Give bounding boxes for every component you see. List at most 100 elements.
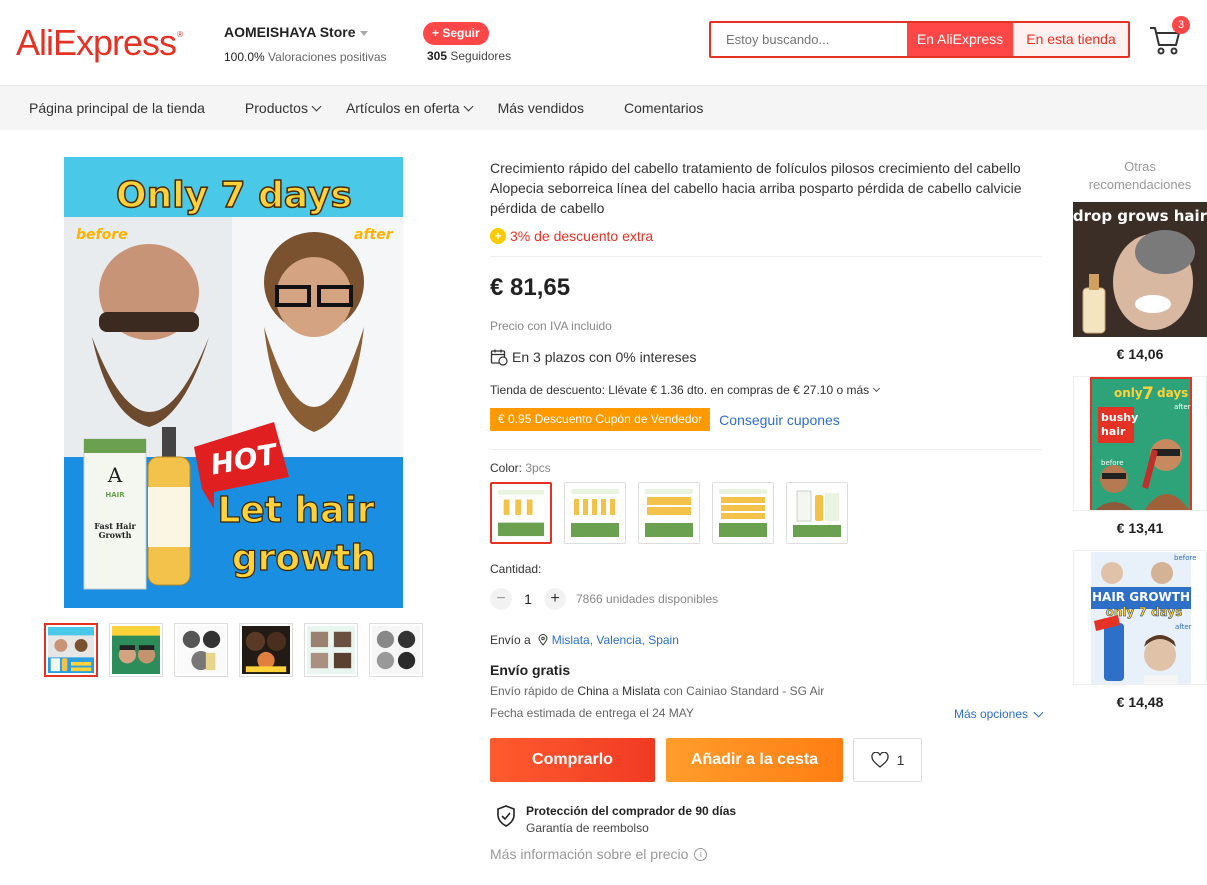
- follow-button[interactable]: + Seguir: [423, 22, 489, 45]
- quantity-label: Cantidad:: [490, 562, 542, 576]
- recommendations: Otras recomendaciones drop grows hair € …: [1073, 158, 1207, 710]
- nav-bestsellers[interactable]: Más vendidos: [498, 100, 584, 116]
- extra-discount: +3% de descuento extra: [490, 228, 1042, 244]
- available-stock: 7866 unidades disponibles: [576, 592, 719, 606]
- nav-deals[interactable]: Artículos en oferta: [346, 100, 474, 116]
- buyer-protection: Protección del comprador de 90 días Gara…: [490, 804, 1042, 835]
- thumbnail-strip: [44, 623, 434, 677]
- thumbnail[interactable]: [304, 623, 358, 677]
- store-name[interactable]: AOMEISHAYA Store: [224, 24, 369, 42]
- increase-button[interactable]: +: [544, 588, 566, 610]
- location-pin-icon: [538, 634, 548, 646]
- svg-text:A: A: [107, 463, 123, 487]
- box-brand: HAIR: [105, 491, 125, 499]
- recommendation-image[interactable]: drop grows hair: [1073, 202, 1207, 337]
- chevron-down-icon: [463, 101, 474, 112]
- variant-option[interactable]: [490, 482, 552, 544]
- banner-top-text: Only 7 days: [116, 175, 352, 216]
- recommendation-price: € 14,48: [1116, 694, 1164, 710]
- calendar-icon: [490, 349, 508, 366]
- box-title-2: Growth: [99, 530, 132, 540]
- rec-caption: drop grows hair: [1073, 207, 1207, 225]
- rec-caption: 7: [1142, 384, 1154, 404]
- rec-caption: days: [1157, 386, 1188, 400]
- thumbnail[interactable]: [44, 623, 98, 677]
- thumbnail[interactable]: [109, 623, 163, 677]
- wishlist-button[interactable]: 1: [853, 738, 922, 782]
- rec-caption: bushy: [1101, 411, 1138, 424]
- ship-to-location[interactable]: Mislata, Valencia, Spain: [552, 633, 679, 647]
- recommendation-image[interactable]: before HAIR GROWTH only 7 days after: [1073, 550, 1207, 685]
- search-store-button[interactable]: En esta tienda: [1013, 23, 1128, 56]
- heart-icon: [870, 752, 889, 768]
- rec-caption: after: [1175, 623, 1192, 631]
- recommendation-image[interactable]: only 7 days bushy hair after before: [1073, 376, 1207, 511]
- price-info-link[interactable]: Más información sobre el precio i: [490, 846, 1042, 862]
- divider: [490, 256, 1042, 257]
- search-aliexpress-button[interactable]: En AliExpress: [907, 23, 1013, 56]
- chevron-down-icon: [311, 101, 322, 112]
- color-variants: [490, 482, 1042, 544]
- coin-icon: +: [490, 228, 506, 244]
- coupon-row: € 0.95 Descuento Cupón de Vendedor Conse…: [487, 408, 1042, 431]
- delivery-row: Fecha estimada de entrega el 24 MAY Más …: [490, 705, 1044, 721]
- more-options-link[interactable]: Más opciones: [954, 707, 1044, 721]
- add-to-cart-button[interactable]: Añadir a la cesta: [666, 738, 843, 782]
- nav-store-home[interactable]: Página principal de la tienda: [29, 100, 205, 116]
- installments[interactable]: En 3 plazos con 0% intereses: [490, 348, 1042, 366]
- recommendation-price: € 13,41: [1116, 520, 1164, 536]
- rec-caption: after: [1174, 403, 1191, 411]
- tagline-1: Let hair: [217, 490, 374, 531]
- buy-now-button[interactable]: Comprarlo: [490, 738, 655, 782]
- store-nav: Página principal de la tienda Productos …: [0, 86, 1207, 130]
- store-discount[interactable]: Tienda de descuento: Llévate € 1.36 dto.…: [490, 383, 1042, 397]
- search-bar: En AliExpress En esta tienda: [709, 21, 1130, 58]
- product-details: Crecimiento rápido del cabello tratamien…: [487, 158, 1044, 862]
- rec-caption: hair: [1101, 425, 1126, 438]
- color-label: Color: 3pcs: [490, 461, 551, 475]
- recommendation-item[interactable]: only 7 days bushy hair after before € 13,41: [1073, 376, 1207, 536]
- recommendation-item[interactable]: drop grows hair € 14,06: [1073, 202, 1207, 362]
- quantity-stepper: − 1 + 7866 unidades disponibles: [490, 588, 1042, 610]
- search-input[interactable]: [711, 23, 907, 56]
- variant-option[interactable]: [786, 482, 848, 544]
- variant-option[interactable]: [712, 482, 774, 544]
- seller-coupon[interactable]: € 0.95 Descuento Cupón de Vendedor: [487, 408, 711, 431]
- cart-button[interactable]: 3: [1148, 16, 1190, 58]
- thumbnail[interactable]: [174, 623, 228, 677]
- product-price: € 81,65: [490, 274, 571, 301]
- ship-to: Envío a Mislata, Valencia, Spain: [490, 633, 679, 647]
- aliexpress-logo[interactable]: AliExpress®: [16, 22, 183, 64]
- chevron-down-icon: [873, 384, 881, 393]
- free-shipping: Envío gratis: [490, 662, 571, 678]
- action-buttons: Comprarlo Añadir a la cesta 1: [490, 738, 1042, 782]
- delivery-estimate: Fecha estimada de entrega el 24 MAY: [490, 706, 694, 720]
- main-product-image[interactable]: Only 7 days before after A HAIR Fast Hai…: [64, 157, 403, 608]
- thumbnail[interactable]: [369, 623, 423, 677]
- caret-down-icon: [360, 30, 369, 36]
- recommendations-title: Otras recomendaciones: [1088, 159, 1192, 192]
- before-label: before: [76, 227, 128, 243]
- get-coupons-link[interactable]: Conseguir cupones: [719, 412, 840, 428]
- recommendation-price: € 14,06: [1116, 346, 1164, 362]
- protection-subtitle: Garantía de reembolso: [526, 821, 649, 835]
- quantity-value[interactable]: 1: [512, 591, 544, 607]
- nav-reviews[interactable]: Comentarios: [624, 100, 703, 116]
- rec-caption: before: [1174, 554, 1197, 562]
- recommendation-item[interactable]: before HAIR GROWTH only 7 days after € 14,4…: [1073, 550, 1207, 710]
- product-title: Crecimiento rápido del cabello tratamien…: [490, 160, 1022, 216]
- header: AliExpress® AOMEISHAYA Store 100.0% Valo…: [0, 0, 1207, 86]
- rec-caption: HAIR GROWTH: [1092, 590, 1190, 604]
- divider: [490, 449, 1042, 450]
- chevron-down-icon: [1033, 707, 1044, 717]
- thumbnail[interactable]: [239, 623, 293, 677]
- shipping-description: Envío rápido de China a Mislata con Cain…: [490, 684, 825, 698]
- variant-option[interactable]: [564, 482, 626, 544]
- tagline-2: growth: [232, 538, 376, 579]
- followers-count: 305 Seguidores: [427, 49, 512, 63]
- nav-products[interactable]: Productos: [245, 100, 322, 116]
- decrease-button[interactable]: −: [490, 588, 512, 610]
- store-rating: 100.0% Valoraciones positivas: [224, 50, 387, 64]
- vat-note: Precio con IVA incluido: [490, 319, 612, 333]
- variant-option[interactable]: [638, 482, 700, 544]
